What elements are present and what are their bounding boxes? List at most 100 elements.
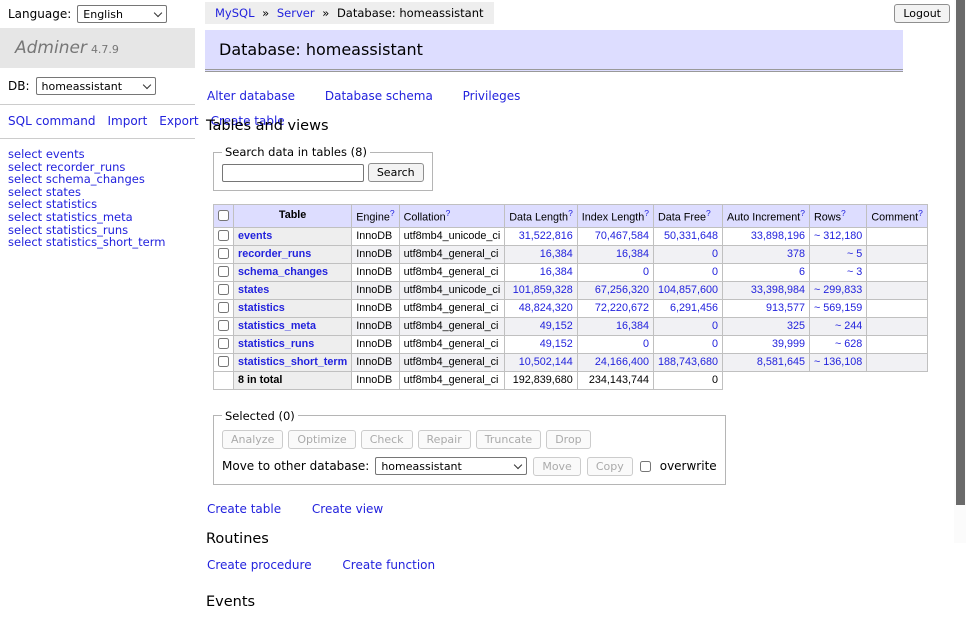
table-link[interactable]: statistics_meta — [238, 320, 316, 332]
engine-cell: InnoDB — [352, 371, 399, 389]
table-row: recorder_runs InnoDB utf8mb4_general_ci … — [214, 245, 928, 263]
collation-cell: utf8mb4_general_ci — [399, 335, 505, 353]
db-label: DB: — [8, 79, 30, 93]
move-database-select-value: homeassistant — [381, 460, 462, 473]
sidebar-item-select-statistics-short-term[interactable]: select statistics_short_term — [8, 236, 187, 249]
create-procedure-link[interactable]: Create procedure — [207, 558, 312, 572]
help-icon[interactable]: ? — [446, 208, 451, 218]
engine-cell: InnoDB — [352, 227, 399, 245]
comment-cell — [867, 353, 928, 371]
row-checkbox[interactable] — [218, 248, 229, 259]
comment-cell — [867, 299, 928, 317]
table-row: schema_changes InnoDB utf8mb4_general_ci… — [214, 263, 928, 281]
data-free-cell: 0 — [653, 371, 722, 389]
table-link[interactable]: statistics — [238, 302, 285, 314]
column-header-data-length: Data Length? — [505, 205, 578, 228]
auto-increment-cell: 378 — [723, 245, 810, 263]
rows-cell: ~ 3 — [809, 263, 866, 281]
logout-button[interactable]: Logout — [894, 4, 950, 23]
comment-cell — [867, 245, 928, 263]
rows-cell: ~ 628 — [809, 335, 866, 353]
breadcrumb-server-link[interactable]: Server — [277, 6, 315, 20]
auto-increment-cell: 39,999 — [723, 335, 810, 353]
privileges-link[interactable]: Privileges — [463, 89, 521, 103]
table-link[interactable]: states — [238, 284, 269, 296]
column-header-table: Table — [234, 205, 352, 228]
auto-increment-cell: 33,398,984 — [723, 281, 810, 299]
analyze-button[interactable]: Analyze — [222, 430, 283, 449]
move-button[interactable]: Move — [533, 457, 581, 476]
collation-cell: utf8mb4_general_ci — [399, 263, 505, 281]
alter-database-link[interactable]: Alter database — [207, 89, 295, 103]
sidebar-item-export[interactable]: Export — [159, 114, 198, 128]
create-function-link[interactable]: Create function — [342, 558, 435, 572]
column-header-comment: Comment? — [867, 205, 928, 228]
scrollbar-thumb[interactable] — [956, 0, 965, 505]
column-header-auto-increment: Auto Increment? — [723, 205, 810, 228]
truncate-button[interactable]: Truncate — [476, 430, 541, 449]
db-select[interactable]: homeassistant — [36, 77, 156, 95]
selected-legend: Selected (0) — [222, 409, 298, 423]
database-schema-link[interactable]: Database schema — [325, 89, 433, 103]
help-icon[interactable]: ? — [841, 208, 846, 218]
repair-button[interactable]: Repair — [418, 430, 471, 449]
data-length-cell: 10,502,144 — [505, 353, 578, 371]
help-icon[interactable]: ? — [800, 208, 805, 218]
table-link[interactable]: events — [238, 230, 272, 242]
rows-cell: ~ 312,180 — [809, 227, 866, 245]
rows-cell: ~ 569,159 — [809, 299, 866, 317]
copy-button[interactable]: Copy — [587, 457, 633, 476]
engine-cell: InnoDB — [352, 299, 399, 317]
routines-heading: Routines — [206, 531, 954, 547]
check-button[interactable]: Check — [361, 430, 413, 449]
language-select[interactable]: English — [77, 5, 167, 23]
data-length-cell: 49,152 — [505, 317, 578, 335]
drop-button[interactable]: Drop — [546, 430, 590, 449]
search-input[interactable] — [222, 164, 364, 182]
overwrite-checkbox[interactable] — [640, 461, 651, 472]
help-icon[interactable]: ? — [390, 208, 395, 218]
sidebar-item-select-statistics-meta[interactable]: select statistics_meta — [8, 211, 187, 224]
help-icon[interactable]: ? — [706, 208, 711, 218]
row-checkbox[interactable] — [218, 338, 229, 349]
column-header-rows: Rows? — [809, 205, 866, 228]
data-free-cell: 0 — [653, 317, 722, 335]
total-checkbox-cell — [214, 371, 234, 389]
create-view-link[interactable]: Create view — [312, 502, 383, 516]
row-checkbox[interactable] — [218, 230, 229, 241]
breadcrumb: MySQL » Server » Database: homeassistant — [205, 2, 494, 24]
sidebar-item-sql-command[interactable]: SQL command — [8, 114, 95, 128]
row-checkbox[interactable] — [218, 320, 229, 331]
table-link[interactable]: schema_changes — [238, 266, 328, 278]
data-free-cell: 104,857,600 — [653, 281, 722, 299]
auto-increment-cell: 913,577 — [723, 299, 810, 317]
sidebar-item-select-schema-changes[interactable]: select schema_changes — [8, 173, 187, 186]
table-link[interactable]: recorder_runs — [238, 248, 311, 260]
engine-cell: InnoDB — [352, 353, 399, 371]
index-length-cell: 234,143,744 — [577, 371, 653, 389]
table-link[interactable]: statistics_runs — [238, 338, 314, 350]
sidebar-item-import[interactable]: Import — [107, 114, 147, 128]
search-button[interactable]: Search — [368, 163, 424, 182]
help-icon[interactable]: ? — [918, 208, 923, 218]
row-checkbox[interactable] — [218, 356, 229, 367]
help-icon[interactable]: ? — [644, 208, 649, 218]
index-length-cell: 70,467,584 — [577, 227, 653, 245]
optimize-button[interactable]: Optimize — [288, 430, 355, 449]
row-checkbox[interactable] — [218, 302, 229, 313]
select-all-checkbox[interactable] — [218, 210, 229, 221]
help-icon[interactable]: ? — [568, 208, 573, 218]
breadcrumb-mysql-link[interactable]: MySQL — [215, 6, 255, 20]
create-table-link[interactable]: Create table — [207, 502, 281, 516]
collation-cell: utf8mb4_general_ci — [399, 371, 505, 389]
scrollbar-track[interactable] — [954, 0, 966, 543]
table-link[interactable]: statistics_short_term — [238, 356, 347, 368]
row-checkbox[interactable] — [218, 284, 229, 295]
move-database-select[interactable]: homeassistant — [375, 457, 527, 475]
table-row: events InnoDB utf8mb4_unicode_ci 31,522,… — [214, 227, 928, 245]
routines-links: Create procedure Create function — [207, 558, 954, 572]
table-row: statistics_runs InnoDB utf8mb4_general_c… — [214, 335, 928, 353]
adminer-logo[interactable]: Adminer — [15, 38, 87, 58]
sidebar-item-select-events[interactable]: select events — [8, 148, 187, 161]
row-checkbox[interactable] — [218, 266, 229, 277]
